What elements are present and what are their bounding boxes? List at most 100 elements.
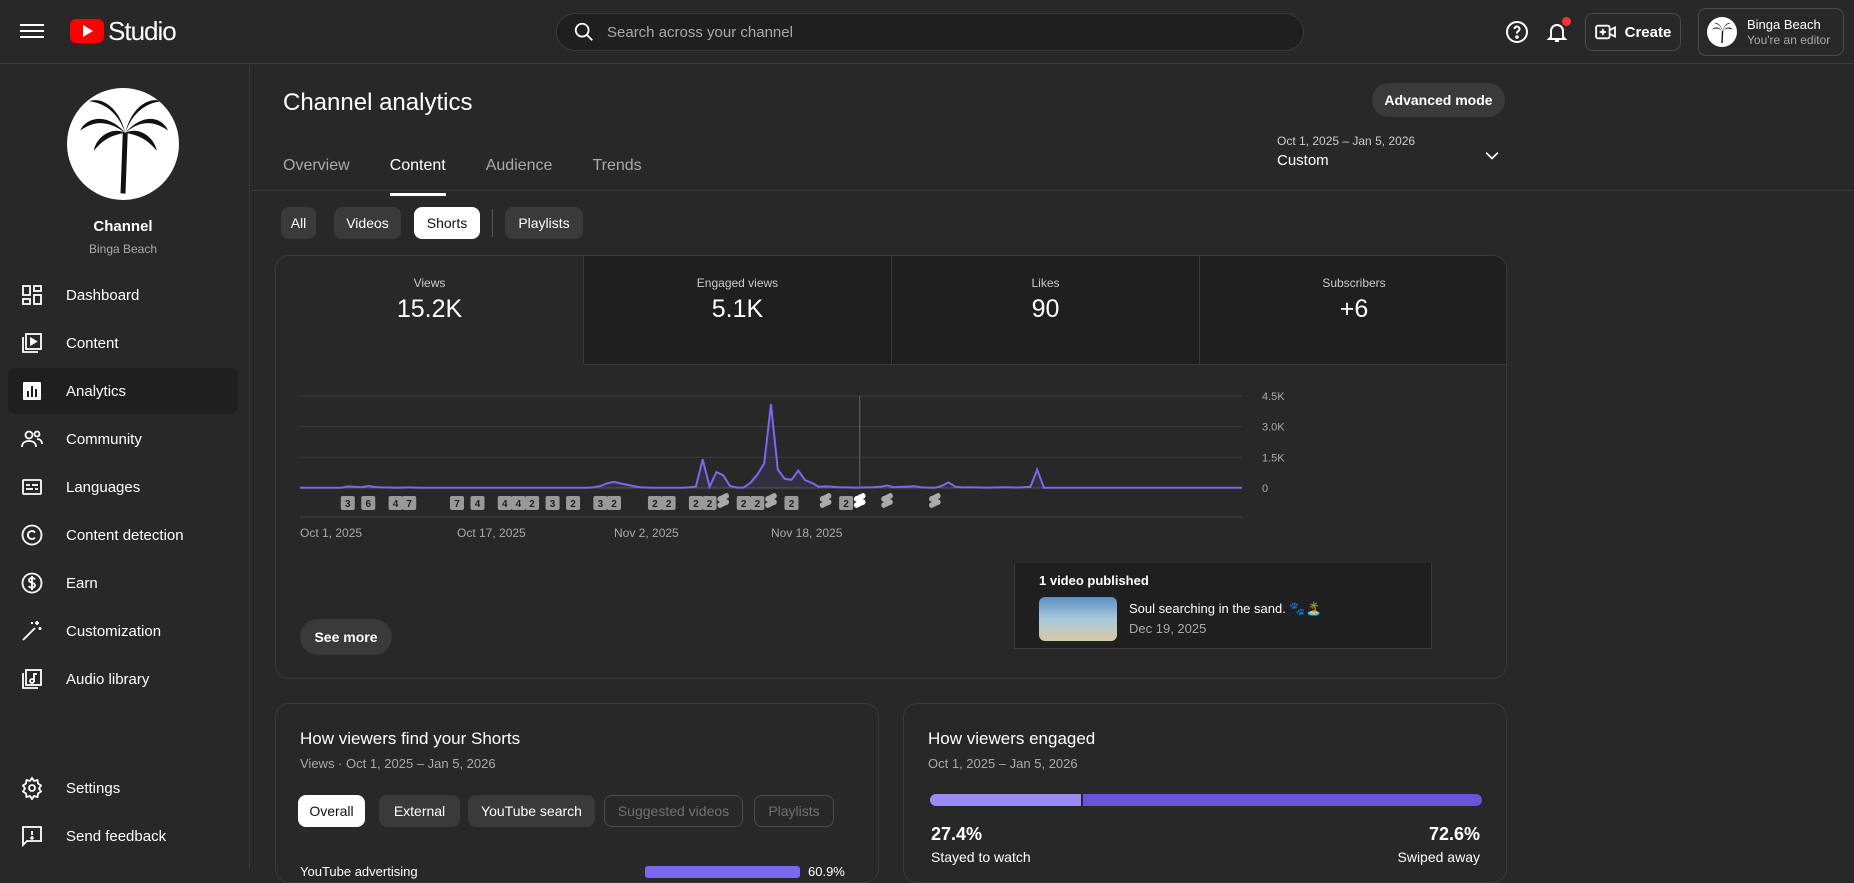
series-area bbox=[300, 404, 1242, 488]
shorts-marker-icon bbox=[881, 493, 893, 508]
views-line-chart[interactable]: 01.5K3.0K4.5K3 6 4 7 7 4 4 4 2 3 2 3 2 2 2 2 2 2 2 2 2Oct 1,… bbox=[276, 364, 1507, 564]
chip-suggested-videos[interactable]: Suggested videos bbox=[604, 795, 743, 827]
sidebar-item-label: Audio library bbox=[66, 670, 150, 688]
filter-playlists[interactable]: Playlists bbox=[505, 207, 583, 239]
y-tick-label: 0 bbox=[1262, 483, 1268, 495]
avatar bbox=[1707, 17, 1737, 47]
filter-all[interactable]: All bbox=[281, 207, 316, 239]
swiped-label: Swiped away bbox=[1397, 849, 1481, 865]
metric-engaged-views[interactable]: Engaged views 5.1K bbox=[584, 256, 892, 364]
chip-playlists[interactable]: Playlists bbox=[754, 795, 834, 827]
account-switcher[interactable]: Binga Beach You're an editor bbox=[1698, 8, 1844, 56]
dashboard-icon bbox=[22, 285, 42, 305]
create-label: Create bbox=[1624, 23, 1672, 41]
shorts-marker-shape bbox=[765, 493, 777, 508]
menu-icon[interactable] bbox=[20, 20, 44, 44]
account-name: Binga Beach bbox=[1747, 17, 1821, 32]
sidebar-item-settings[interactable]: Settings bbox=[8, 765, 238, 811]
notifications-icon[interactable] bbox=[1545, 17, 1571, 44]
date-range-text: Oct 1, 2025 – Jan 5, 2026 bbox=[1277, 134, 1416, 148]
metric-views[interactable]: Views 15.2K bbox=[276, 256, 584, 364]
publish-marker-count: 6 bbox=[365, 499, 371, 510]
metric-label: Views bbox=[413, 276, 446, 290]
sidebar-item-languages[interactable]: Languages bbox=[8, 464, 238, 510]
channel-title: Channel bbox=[93, 218, 153, 235]
sidebar-item-label: Send feedback bbox=[66, 827, 167, 845]
chevron-down-icon bbox=[1485, 152, 1499, 160]
notification-dot bbox=[1562, 17, 1571, 26]
chip-youtube-search[interactable]: YouTube search bbox=[468, 795, 595, 827]
sidebar-item-dashboard[interactable]: Dashboard bbox=[8, 272, 238, 318]
audio-library-icon bbox=[22, 669, 42, 689]
help-icon[interactable] bbox=[1505, 20, 1529, 44]
dollar-icon bbox=[21, 572, 43, 594]
metric-value: 15.2K bbox=[396, 295, 463, 323]
filter-videos[interactable]: Videos bbox=[334, 207, 401, 239]
shorts-marker-icon bbox=[765, 493, 777, 508]
publish-marker-count: 3 bbox=[598, 499, 604, 510]
x-tick-label: Nov 2, 2025 bbox=[614, 526, 679, 540]
sidebar-item-audio-library[interactable]: Audio library bbox=[8, 656, 238, 702]
traffic-row-label: YouTube advertising bbox=[300, 864, 418, 879]
tab-divider bbox=[251, 190, 1854, 191]
top-bar: Studio Create Binga Beach You're an edit… bbox=[0, 0, 1854, 64]
chip-overall[interactable]: Overall bbox=[298, 795, 365, 827]
filter-shorts[interactable]: Shorts bbox=[414, 207, 480, 239]
sidebar-item-label: Analytics bbox=[66, 382, 127, 400]
channel-avatar[interactable] bbox=[67, 88, 179, 200]
x-tick-label: Nov 18, 2025 bbox=[771, 526, 843, 540]
metric-label: Likes bbox=[1031, 276, 1060, 290]
sidebar-item-customization[interactable]: Customization bbox=[8, 608, 238, 654]
create-video-icon bbox=[1594, 24, 1616, 40]
sidebar-item-send-feedback[interactable]: Send feedback bbox=[8, 813, 238, 859]
advanced-mode-button[interactable]: Advanced mode bbox=[1372, 83, 1505, 117]
logo-text: Studio bbox=[108, 15, 177, 46]
shorts-marker-icon bbox=[853, 493, 866, 508]
sidebar-item-content-detection[interactable]: Content detection bbox=[8, 512, 238, 558]
metric-likes[interactable]: Likes 90 bbox=[892, 256, 1200, 364]
date-range-picker[interactable]: Oct 1, 2025 – Jan 5, 2026 Custom bbox=[1277, 134, 1502, 169]
filter-divider bbox=[492, 209, 493, 237]
video-title[interactable]: Soul searching in the sand. 🐾🏝️ bbox=[1129, 601, 1322, 617]
publish-marker-count: 2 bbox=[755, 499, 761, 510]
magic-wand-icon bbox=[22, 621, 42, 641]
analytics-card: Views 15.2K Engaged views 5.1K Likes 90 … bbox=[275, 255, 1507, 679]
sidebar-item-community[interactable]: Community bbox=[8, 416, 238, 462]
studio-logo[interactable]: Studio bbox=[70, 15, 177, 46]
publish-marker-count: 2 bbox=[570, 499, 576, 510]
y-tick-label: 4.5K bbox=[1262, 391, 1285, 403]
date-preset: Custom bbox=[1277, 152, 1329, 169]
card-title: How viewers engaged bbox=[928, 729, 1096, 748]
y-tick-label: 1.5K bbox=[1262, 452, 1285, 464]
content-icon bbox=[22, 333, 42, 353]
publish-marker-count: 2 bbox=[693, 499, 699, 510]
search-input[interactable] bbox=[607, 23, 1303, 41]
x-tick-label: Oct 1, 2025 bbox=[300, 526, 362, 540]
publish-marker-count: 3 bbox=[345, 499, 351, 510]
sidebar-item-label: Languages bbox=[66, 478, 141, 496]
sidebar-item-label: Settings bbox=[66, 779, 121, 797]
popup-heading: 1 video published bbox=[1039, 573, 1149, 588]
stayed-percent: 27.4% bbox=[931, 824, 983, 844]
metric-subscribers[interactable]: Subscribers +6 bbox=[1200, 256, 1506, 364]
create-button[interactable]: Create bbox=[1585, 13, 1681, 51]
card-subtitle: Views · Oct 1, 2025 – Jan 5, 2026 bbox=[300, 756, 496, 771]
shorts-marker-shape bbox=[717, 493, 729, 508]
sidebar-item-content[interactable]: Content bbox=[8, 320, 238, 366]
video-published-popup: 1 video published Soul searching in the … bbox=[1014, 563, 1432, 649]
see-more-button[interactable]: See more bbox=[300, 619, 392, 655]
search-bar[interactable] bbox=[556, 13, 1304, 51]
publish-marker-count: 2 bbox=[652, 499, 658, 510]
publish-marker-count: 4 bbox=[475, 499, 481, 510]
page-title: Channel analytics bbox=[283, 89, 473, 116]
sidebar-item-analytics[interactable]: Analytics bbox=[8, 368, 238, 414]
video-thumbnail[interactable] bbox=[1039, 597, 1117, 641]
metric-value: 90 bbox=[1031, 295, 1060, 323]
sidebar-item-earn[interactable]: Earn bbox=[8, 560, 238, 606]
publish-marker-count: 4 bbox=[516, 499, 522, 510]
shorts-marker-icon bbox=[819, 493, 832, 508]
engagement-bar bbox=[930, 794, 1482, 806]
publish-marker-count: 4 bbox=[393, 499, 399, 510]
chip-external[interactable]: External bbox=[379, 795, 460, 827]
traffic-row-bar bbox=[645, 866, 800, 878]
